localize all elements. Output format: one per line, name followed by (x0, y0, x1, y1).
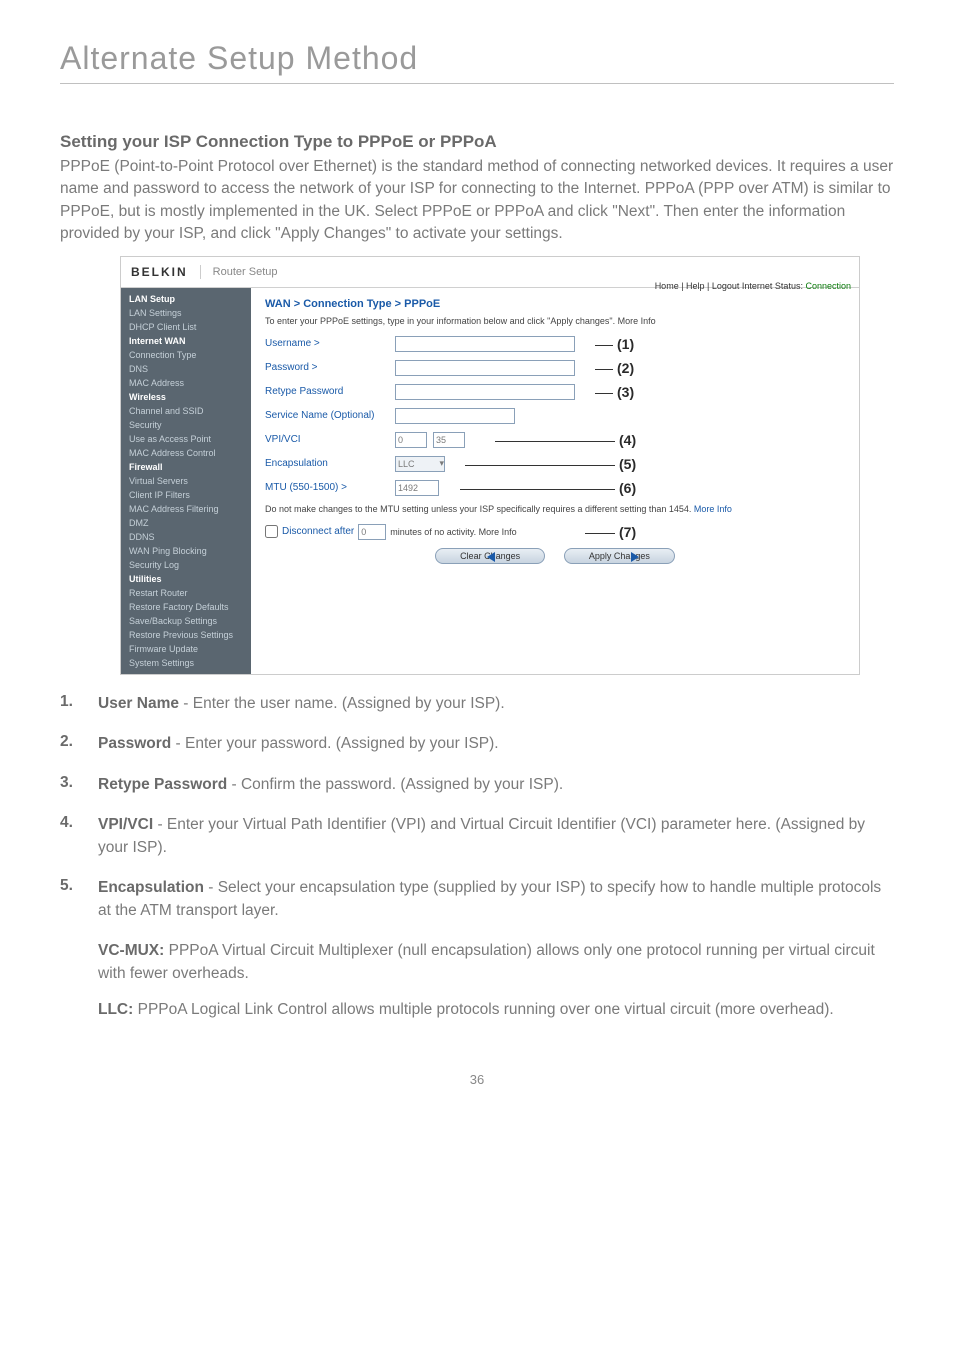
belkin-logo: BELKIN (131, 265, 201, 279)
llc-text: PPPoA Logical Link Control allows multip… (133, 1001, 833, 1018)
list-term: Password (98, 735, 171, 752)
sidebar-item[interactable]: WAN Ping Blocking (121, 544, 251, 558)
callout-1: (1) (617, 336, 634, 352)
list-number: 5. (60, 877, 98, 922)
sidebar-item[interactable]: Restore Factory Defaults (121, 600, 251, 614)
list-number: 3. (60, 774, 98, 796)
list-text: - Enter the user name. (Assigned by your… (179, 695, 505, 712)
router-main-panel: WAN > Connection Type > PPPoE To enter y… (251, 288, 859, 674)
disconnect-checkbox[interactable] (265, 525, 278, 538)
list-number: 4. (60, 814, 98, 859)
sidebar-item[interactable]: Save/Backup Settings (121, 614, 251, 628)
arrow-right-icon (631, 552, 639, 562)
page-title: Alternate Setup Method (60, 40, 894, 77)
title-underline (60, 83, 894, 84)
instruction-list: 1. User Name - Enter the user name. (Ass… (60, 693, 894, 922)
list-term: User Name (98, 695, 179, 712)
vcmux-term: VC-MUX: (98, 942, 164, 959)
vpi-input[interactable]: 0 (395, 432, 427, 448)
sidebar-item[interactable]: Channel and SSID (121, 404, 251, 418)
list-text: - Confirm the password. (Assigned by you… (227, 776, 563, 793)
disconnect-minutes-input[interactable]: 0 (358, 524, 386, 540)
list-text: - Select your encapsulation type (suppli… (98, 879, 881, 918)
password-input[interactable] (395, 360, 575, 376)
sidebar-item[interactable]: Restore Previous Settings (121, 628, 251, 642)
service-input[interactable] (395, 408, 515, 424)
disconnect-label: Disconnect after (282, 526, 354, 537)
sidebar-item[interactable]: Virtual Servers (121, 474, 251, 488)
router-setup-title: Router Setup (201, 266, 278, 278)
sidebar-item[interactable]: MAC Address Filtering (121, 502, 251, 516)
sidebar-cat-wan: Internet WAN (121, 334, 251, 348)
retype-input[interactable] (395, 384, 575, 400)
mtu-input[interactable]: 1492 (395, 480, 439, 496)
callout-4: (4) (619, 432, 636, 448)
list-text: - Enter your Virtual Path Identifier (VP… (98, 816, 865, 855)
list-number: 2. (60, 733, 98, 755)
disconnect-suffix: minutes of no activity. More Info (390, 527, 516, 537)
sidebar-item[interactable]: Firmware Update (121, 642, 251, 656)
breadcrumb: WAN > Connection Type > PPPoE (265, 298, 845, 310)
sidebar-item[interactable]: Connection Type (121, 348, 251, 362)
encap-label: Encapsulation (265, 458, 395, 469)
service-label: Service Name (Optional) (265, 410, 395, 421)
sidebar-item[interactable]: MAC Address (121, 376, 251, 390)
sidebar-item[interactable]: DNS (121, 362, 251, 376)
apply-changes-button[interactable]: Apply Changes (564, 548, 675, 564)
page-number: 36 (60, 1072, 894, 1087)
list-term: VPI/VCI (98, 816, 153, 833)
sidebar-item[interactable]: MAC Address Control (121, 446, 251, 460)
router-setup-screenshot: BELKIN Router Setup Home | Help | Logout… (120, 256, 860, 675)
callout-2: (2) (617, 360, 634, 376)
username-input[interactable] (395, 336, 575, 352)
sidebar-item[interactable]: Restart Router (121, 586, 251, 600)
mtu-note: Do not make changes to the MTU setting u… (265, 504, 845, 514)
sidebar-cat-lan: LAN Setup (121, 292, 251, 306)
settings-note: To enter your PPPoE settings, type in yo… (265, 316, 845, 326)
vpivci-label: VPI/VCI (265, 434, 395, 445)
list-number: 1. (60, 693, 98, 715)
password-label: Password > (265, 362, 395, 373)
sidebar-cat-utilities: Utilities (121, 572, 251, 586)
vcmux-text: PPPoA Virtual Circuit Multiplexer (null … (98, 942, 875, 981)
sidebar-item[interactable]: System Settings (121, 656, 251, 670)
section-heading: Setting your ISP Connection Type to PPPo… (60, 132, 894, 152)
vci-input[interactable]: 35 (433, 432, 465, 448)
retype-label: Retype Password (265, 386, 395, 397)
callout-7: (7) (619, 524, 636, 540)
sidebar-item[interactable]: LAN Settings (121, 306, 251, 320)
intro-paragraph: PPPoE (Point-to-Point Protocol over Ethe… (60, 156, 894, 246)
sidebar-cat-firewall: Firewall (121, 460, 251, 474)
callout-3: (3) (617, 384, 634, 400)
callout-5: (5) (619, 456, 636, 472)
sidebar-item[interactable]: Security Log (121, 558, 251, 572)
username-label: Username > (265, 338, 395, 349)
callout-6: (6) (619, 480, 636, 496)
chevron-down-icon: ▾ (439, 458, 444, 469)
sidebar-item[interactable]: Use as Access Point (121, 432, 251, 446)
encap-select[interactable]: LLC▾ (395, 456, 445, 472)
sidebar-cat-wireless: Wireless (121, 390, 251, 404)
list-text: - Enter your password. (Assigned by your… (171, 735, 498, 752)
sidebar-item[interactable]: DMZ (121, 516, 251, 530)
mtu-label: MTU (550-1500) > (265, 482, 395, 493)
sidebar-item[interactable]: Client IP Filters (121, 488, 251, 502)
sidebar-item[interactable]: DDNS (121, 530, 251, 544)
sidebar-item[interactable]: DHCP Client List (121, 320, 251, 334)
router-sidebar: LAN Setup LAN Settings DHCP Client List … (121, 288, 251, 674)
sidebar-item[interactable]: Security (121, 418, 251, 432)
llc-term: LLC: (98, 1001, 133, 1018)
list-term: Retype Password (98, 776, 227, 793)
arrow-left-icon (487, 552, 495, 562)
list-term: Encapsulation (98, 879, 204, 896)
more-info-link[interactable]: More Info (694, 504, 732, 514)
